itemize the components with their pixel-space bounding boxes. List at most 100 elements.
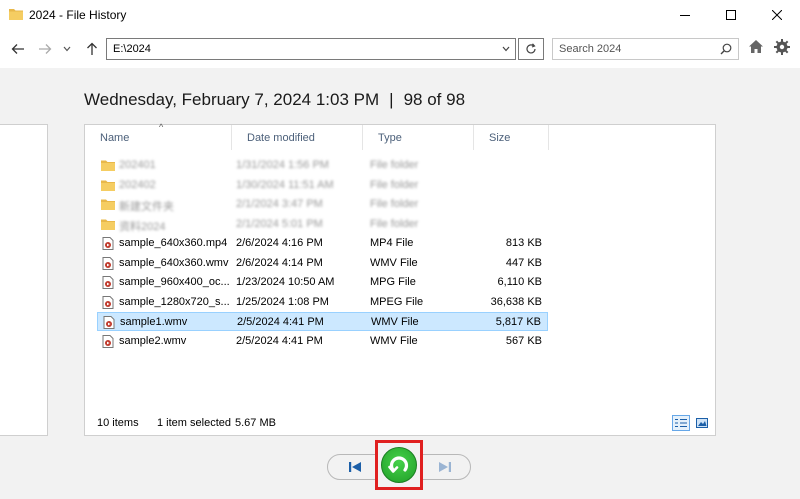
file-type: File folder [370, 198, 419, 210]
video-file-icon [102, 334, 114, 348]
file-date: 1/23/2024 10:50 AM [236, 276, 335, 288]
file-row[interactable]: sample_640x360.mp4 2/6/2024 4:16 PM MP4 Fi… [97, 234, 548, 253]
search-icon [720, 43, 732, 55]
file-name: sample_640x360.mp4 [119, 237, 228, 249]
status-item-count: 10 items [97, 417, 139, 429]
back-button[interactable] [9, 37, 27, 61]
close-button[interactable] [754, 0, 800, 30]
forward-button[interactable] [36, 37, 54, 61]
file-name: sample2.wmv [119, 334, 187, 347]
thumbnails-view-icon [696, 418, 708, 428]
file-type: MPG File [370, 276, 416, 288]
file-type: WMV File [370, 334, 418, 347]
file-type: WMV File [371, 316, 419, 328]
status-bar: 10 items 1 item selected 5.67 MB [85, 411, 715, 435]
file-size: 567 KB [505, 334, 542, 347]
skip-previous-icon [349, 462, 361, 472]
file-row[interactable]: sample2.wmv 2/5/2024 4:41 PM WMV File 567 K… [97, 332, 548, 351]
file-name: sample_960x400_oc... [119, 276, 230, 288]
close-icon [772, 10, 782, 20]
folder-row[interactable]: 202402 1/30/2024 11:51 AM File folder [97, 176, 548, 195]
window-title: 2024 - File History [29, 8, 127, 22]
file-type: MPEG File [370, 295, 424, 308]
file-type: File folder [370, 217, 419, 230]
folder-icon [101, 199, 115, 210]
folder-row[interactable]: 202401 1/31/2024 1:56 PM File folder [97, 156, 548, 175]
restore-icon [388, 456, 409, 473]
address-text: E:\2024 [113, 43, 151, 55]
folder-icon [101, 160, 115, 171]
folder-row[interactable]: 资料2024 2/1/2024 5:01 PM File folder [97, 215, 548, 234]
file-name: sample_640x360.wmv [119, 256, 229, 269]
previous-version-panel[interactable] [0, 124, 48, 436]
refresh-button[interactable] [518, 38, 544, 60]
large-icons-view-button[interactable] [693, 415, 711, 431]
snapshot-position: 98 of 98 [403, 90, 466, 109]
video-file-icon [102, 276, 114, 289]
file-size: 36,638 KB [490, 295, 542, 308]
up-button[interactable] [84, 37, 100, 61]
folder-row[interactable]: 新建文件夹 2/1/2024 3:47 PM File folder [97, 195, 548, 214]
address-dropdown-button[interactable] [497, 39, 515, 59]
file-name: 资料2024 [119, 220, 166, 233]
column-header-size[interactable]: Size [474, 125, 549, 150]
maximize-button[interactable] [708, 0, 754, 30]
sort-ascending-icon: ^ [159, 122, 164, 132]
file-date: 1/30/2024 11:51 AM [236, 178, 334, 191]
details-view-button[interactable] [672, 415, 690, 431]
column-header-date[interactable]: Date modified [232, 125, 363, 150]
file-type: File folder [370, 159, 419, 171]
file-date: 2/1/2024 5:01 PM [236, 217, 323, 230]
navigation-bar: E:\2024 Search 2024 [0, 30, 800, 68]
file-row[interactable]: sample_960x400_oc... 1/23/2024 10:50 AM MP… [97, 273, 548, 292]
file-type: File folder [370, 178, 419, 191]
title-bar: 2024 - File History [0, 0, 800, 30]
video-file-icon [102, 295, 114, 309]
file-row[interactable]: sample_640x360.wmv 2/6/2024 4:14 PM WMV Fi… [97, 254, 548, 273]
file-size: 6,110 KB [497, 276, 542, 288]
gear-icon[interactable] [774, 39, 790, 55]
column-header-type[interactable]: Type [363, 125, 474, 150]
restore-highlight [375, 440, 423, 490]
snapshot-heading: Wednesday, February 7, 2024 1:03 PM | 98 o… [84, 90, 465, 110]
file-list-pane: ^ Name Date modified Type Size 202401 1/3… [84, 122, 716, 436]
file-type: MP4 File [370, 237, 414, 249]
file-type: WMV File [370, 256, 418, 269]
restore-button[interactable] [381, 447, 417, 483]
chevron-down-icon [502, 46, 510, 52]
arrow-right-icon [39, 44, 52, 54]
folder-icon [101, 180, 115, 191]
file-row[interactable]: sample_1280x720_s... 1/25/2024 1:08 PM MPE… [97, 293, 548, 312]
recent-locations-button[interactable] [61, 37, 73, 61]
file-date: 2/6/2024 4:14 PM [236, 256, 323, 269]
folder-icon [101, 219, 115, 230]
folder-icon [9, 9, 23, 20]
file-name: sample_1280x720_s... [119, 295, 230, 308]
file-name: 202402 [119, 178, 156, 191]
minimize-icon [680, 15, 690, 16]
search-placeholder: Search 2024 [559, 43, 622, 55]
file-name: 202401 [119, 159, 156, 171]
next-version-button[interactable] [434, 457, 456, 477]
home-icon[interactable] [748, 39, 764, 54]
arrow-left-icon [11, 44, 24, 54]
previous-version-button[interactable] [344, 457, 366, 477]
maximize-icon [726, 10, 736, 20]
address-bar[interactable]: E:\2024 [106, 38, 516, 60]
status-size: 5.67 MB [235, 417, 276, 429]
search-box[interactable]: Search 2024 [552, 38, 739, 60]
status-selected: 1 item selected [157, 417, 231, 429]
heading-separator: | [389, 90, 394, 109]
refresh-icon [526, 43, 536, 54]
column-header-name[interactable]: ^ Name [85, 122, 232, 150]
minimize-button[interactable] [662, 0, 708, 30]
file-date: 2/5/2024 4:41 PM [237, 316, 324, 328]
file-row[interactable]: sample1.wmv 2/5/2024 4:41 PM WMV File 5,817… [97, 312, 548, 331]
chevron-down-icon [63, 46, 71, 52]
video-file-icon [102, 237, 114, 250]
file-date: 1/25/2024 1:08 PM [236, 295, 329, 308]
file-date: 2/6/2024 4:16 PM [236, 237, 323, 249]
details-view-icon [675, 419, 687, 427]
file-size: 813 KB [505, 237, 542, 249]
file-date: 1/31/2024 1:56 PM [236, 159, 329, 171]
